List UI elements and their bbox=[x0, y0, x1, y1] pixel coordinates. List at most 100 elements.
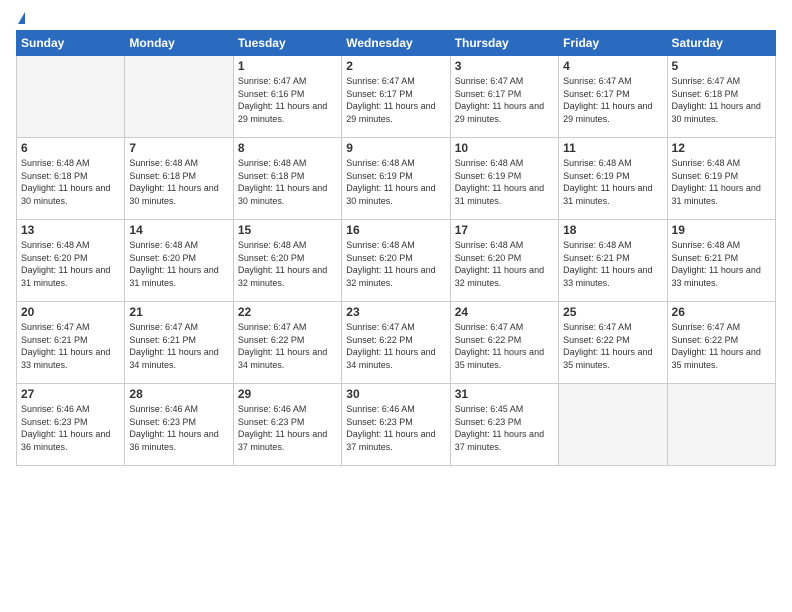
day-number: 7 bbox=[129, 141, 228, 155]
day-info: Sunrise: 6:48 AM Sunset: 6:19 PM Dayligh… bbox=[346, 157, 445, 207]
day-number: 27 bbox=[21, 387, 120, 401]
calendar-cell: 22 Sunrise: 6:47 AM Sunset: 6:22 PM Dayli… bbox=[233, 302, 341, 384]
header-row-days: SundayMondayTuesdayWednesdayThursdayFrid… bbox=[17, 31, 776, 56]
day-number: 23 bbox=[346, 305, 445, 319]
day-number: 19 bbox=[672, 223, 771, 237]
day-info: Sunrise: 6:45 AM Sunset: 6:23 PM Dayligh… bbox=[455, 403, 554, 453]
day-number: 4 bbox=[563, 59, 662, 73]
day-number: 18 bbox=[563, 223, 662, 237]
day-number: 8 bbox=[238, 141, 337, 155]
calendar-cell: 7 Sunrise: 6:48 AM Sunset: 6:18 PM Daylig… bbox=[125, 138, 233, 220]
calendar-cell bbox=[125, 56, 233, 138]
day-number: 26 bbox=[672, 305, 771, 319]
day-info: Sunrise: 6:47 AM Sunset: 6:22 PM Dayligh… bbox=[455, 321, 554, 371]
week-row-1: 1Sunrise: 6:47 AM Sunset: 6:16 PM Daylig… bbox=[17, 56, 776, 138]
day-number: 10 bbox=[455, 141, 554, 155]
day-info: Sunrise: 6:48 AM Sunset: 6:20 PM Dayligh… bbox=[21, 239, 120, 289]
calendar-cell: 26 Sunrise: 6:47 AM Sunset: 6:22 PM Dayli… bbox=[667, 302, 775, 384]
day-number: 22 bbox=[238, 305, 337, 319]
calendar-cell bbox=[17, 56, 125, 138]
day-info: Sunrise: 6:47 AM Sunset: 6:22 PM Dayligh… bbox=[346, 321, 445, 371]
day-info: Sunrise: 6:48 AM Sunset: 6:20 PM Dayligh… bbox=[455, 239, 554, 289]
calendar-cell: 6Sunrise: 6:48 AM Sunset: 6:18 PM Daylig… bbox=[17, 138, 125, 220]
week-row-2: 6Sunrise: 6:48 AM Sunset: 6:18 PM Daylig… bbox=[17, 138, 776, 220]
header-day-saturday: Saturday bbox=[667, 31, 775, 56]
day-number: 30 bbox=[346, 387, 445, 401]
day-info: Sunrise: 6:47 AM Sunset: 6:17 PM Dayligh… bbox=[563, 75, 662, 125]
day-info: Sunrise: 6:46 AM Sunset: 6:23 PM Dayligh… bbox=[21, 403, 120, 453]
calendar-cell: 30 Sunrise: 6:46 AM Sunset: 6:23 PM Dayli… bbox=[342, 384, 450, 466]
day-number: 17 bbox=[455, 223, 554, 237]
day-info: Sunrise: 6:47 AM Sunset: 6:17 PM Dayligh… bbox=[346, 75, 445, 125]
day-number: 28 bbox=[129, 387, 228, 401]
calendar-cell: 28Sunrise: 6:46 AM Sunset: 6:23 PM Dayli… bbox=[125, 384, 233, 466]
day-info: Sunrise: 6:47 AM Sunset: 6:21 PM Dayligh… bbox=[129, 321, 228, 371]
calendar-cell bbox=[667, 384, 775, 466]
week-row-3: 13Sunrise: 6:48 AM Sunset: 6:20 PM Dayli… bbox=[17, 220, 776, 302]
calendar-cell: 8 Sunrise: 6:48 AM Sunset: 6:18 PM Daylig… bbox=[233, 138, 341, 220]
calendar-cell: 14 Sunrise: 6:48 AM Sunset: 6:20 PM Dayli… bbox=[125, 220, 233, 302]
calendar-cell: 15 Sunrise: 6:48 AM Sunset: 6:20 PM Dayli… bbox=[233, 220, 341, 302]
calendar-cell: 5 Sunrise: 6:47 AM Sunset: 6:18 PM Daylig… bbox=[667, 56, 775, 138]
day-number: 5 bbox=[672, 59, 771, 73]
calendar-table: SundayMondayTuesdayWednesdayThursdayFrid… bbox=[16, 30, 776, 466]
day-number: 3 bbox=[455, 59, 554, 73]
day-info: Sunrise: 6:48 AM Sunset: 6:20 PM Dayligh… bbox=[129, 239, 228, 289]
header-day-wednesday: Wednesday bbox=[342, 31, 450, 56]
day-info: Sunrise: 6:48 AM Sunset: 6:18 PM Dayligh… bbox=[129, 157, 228, 207]
header-day-sunday: Sunday bbox=[17, 31, 125, 56]
day-info: Sunrise: 6:48 AM Sunset: 6:21 PM Dayligh… bbox=[672, 239, 771, 289]
day-number: 25 bbox=[563, 305, 662, 319]
calendar-cell: 11 Sunrise: 6:48 AM Sunset: 6:19 PM Dayli… bbox=[559, 138, 667, 220]
day-number: 2 bbox=[346, 59, 445, 73]
day-number: 24 bbox=[455, 305, 554, 319]
header-row bbox=[16, 12, 776, 24]
day-info: Sunrise: 6:47 AM Sunset: 6:17 PM Dayligh… bbox=[455, 75, 554, 125]
day-info: Sunrise: 6:48 AM Sunset: 6:19 PM Dayligh… bbox=[455, 157, 554, 207]
calendar-cell: 27 Sunrise: 6:46 AM Sunset: 6:23 PM Dayli… bbox=[17, 384, 125, 466]
day-number: 21 bbox=[129, 305, 228, 319]
header-day-tuesday: Tuesday bbox=[233, 31, 341, 56]
week-row-4: 20 Sunrise: 6:47 AM Sunset: 6:21 PM Dayli… bbox=[17, 302, 776, 384]
day-number: 29 bbox=[238, 387, 337, 401]
day-info: Sunrise: 6:48 AM Sunset: 6:18 PM Dayligh… bbox=[238, 157, 337, 207]
day-info: Sunrise: 6:48 AM Sunset: 6:18 PM Dayligh… bbox=[21, 157, 120, 207]
calendar-cell bbox=[559, 384, 667, 466]
week-row-5: 27 Sunrise: 6:46 AM Sunset: 6:23 PM Dayli… bbox=[17, 384, 776, 466]
day-info: Sunrise: 6:47 AM Sunset: 6:22 PM Dayligh… bbox=[238, 321, 337, 371]
calendar-cell: 20 Sunrise: 6:47 AM Sunset: 6:21 PM Dayli… bbox=[17, 302, 125, 384]
page: SundayMondayTuesdayWednesdayThursdayFrid… bbox=[0, 0, 792, 476]
logo-triangle-icon bbox=[18, 12, 25, 24]
day-info: Sunrise: 6:48 AM Sunset: 6:20 PM Dayligh… bbox=[238, 239, 337, 289]
day-info: Sunrise: 6:48 AM Sunset: 6:20 PM Dayligh… bbox=[346, 239, 445, 289]
day-info: Sunrise: 6:47 AM Sunset: 6:18 PM Dayligh… bbox=[672, 75, 771, 125]
calendar-cell: 12Sunrise: 6:48 AM Sunset: 6:19 PM Dayli… bbox=[667, 138, 775, 220]
calendar-cell: 24 Sunrise: 6:47 AM Sunset: 6:22 PM Dayli… bbox=[450, 302, 558, 384]
calendar-cell: 4 Sunrise: 6:47 AM Sunset: 6:17 PM Daylig… bbox=[559, 56, 667, 138]
day-info: Sunrise: 6:48 AM Sunset: 6:19 PM Dayligh… bbox=[563, 157, 662, 207]
calendar-cell: 21 Sunrise: 6:47 AM Sunset: 6:21 PM Dayli… bbox=[125, 302, 233, 384]
day-number: 1 bbox=[238, 59, 337, 73]
day-info: Sunrise: 6:48 AM Sunset: 6:21 PM Dayligh… bbox=[563, 239, 662, 289]
day-info: Sunrise: 6:46 AM Sunset: 6:23 PM Dayligh… bbox=[346, 403, 445, 453]
calendar-cell: 1Sunrise: 6:47 AM Sunset: 6:16 PM Daylig… bbox=[233, 56, 341, 138]
day-number: 14 bbox=[129, 223, 228, 237]
day-number: 11 bbox=[563, 141, 662, 155]
day-number: 9 bbox=[346, 141, 445, 155]
calendar-cell: 2 Sunrise: 6:47 AM Sunset: 6:17 PM Daylig… bbox=[342, 56, 450, 138]
day-info: Sunrise: 6:47 AM Sunset: 6:22 PM Dayligh… bbox=[672, 321, 771, 371]
day-info: Sunrise: 6:46 AM Sunset: 6:23 PM Dayligh… bbox=[238, 403, 337, 453]
day-number: 31 bbox=[455, 387, 554, 401]
calendar-cell: 23 Sunrise: 6:47 AM Sunset: 6:22 PM Dayli… bbox=[342, 302, 450, 384]
day-info: Sunrise: 6:47 AM Sunset: 6:22 PM Dayligh… bbox=[563, 321, 662, 371]
calendar-cell: 17 Sunrise: 6:48 AM Sunset: 6:20 PM Dayli… bbox=[450, 220, 558, 302]
logo bbox=[16, 12, 25, 24]
calendar-cell: 19 Sunrise: 6:48 AM Sunset: 6:21 PM Dayli… bbox=[667, 220, 775, 302]
calendar-cell: 31 Sunrise: 6:45 AM Sunset: 6:23 PM Dayli… bbox=[450, 384, 558, 466]
calendar-cell: 29 Sunrise: 6:46 AM Sunset: 6:23 PM Dayli… bbox=[233, 384, 341, 466]
day-number: 20 bbox=[21, 305, 120, 319]
calendar-cell: 10 Sunrise: 6:48 AM Sunset: 6:19 PM Dayli… bbox=[450, 138, 558, 220]
day-info: Sunrise: 6:47 AM Sunset: 6:21 PM Dayligh… bbox=[21, 321, 120, 371]
calendar-cell: 13Sunrise: 6:48 AM Sunset: 6:20 PM Dayli… bbox=[17, 220, 125, 302]
day-number: 15 bbox=[238, 223, 337, 237]
